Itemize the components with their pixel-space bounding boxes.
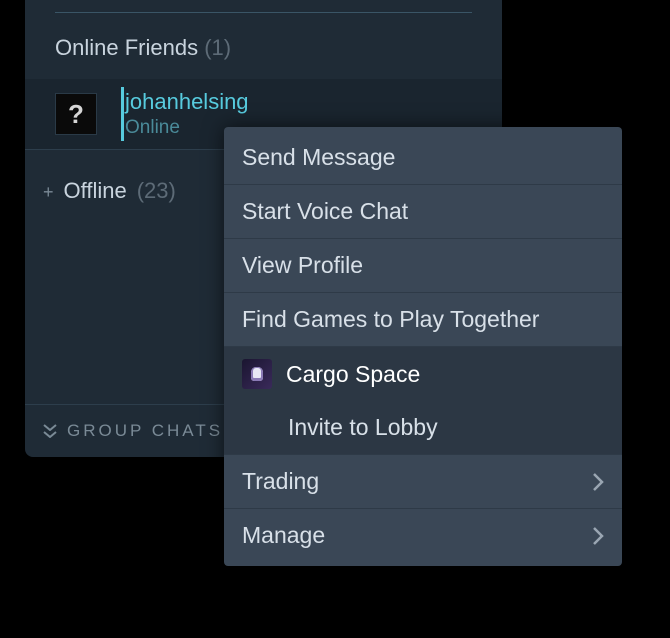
menu-label: Invite to Lobby [288, 414, 438, 441]
double-chevron-down-icon [43, 424, 57, 438]
avatar[interactable]: ? [55, 93, 97, 135]
menu-game-header[interactable]: Cargo Space [224, 347, 622, 401]
menu-invite-to-lobby[interactable]: Invite to Lobby [224, 401, 622, 455]
menu-trading[interactable]: Trading [224, 455, 622, 509]
menu-label: Manage [242, 522, 325, 549]
friend-context-menu: Send Message Start Voice Chat View Profi… [224, 127, 622, 566]
menu-view-profile[interactable]: View Profile [224, 239, 622, 293]
menu-find-games[interactable]: Find Games to Play Together [224, 293, 622, 347]
avatar-placeholder: ? [68, 99, 84, 130]
game-icon [242, 359, 272, 389]
menu-label: Send Message [242, 144, 395, 171]
expand-icon: + [43, 182, 54, 203]
menu-label: Find Games to Play Together [242, 306, 539, 333]
online-friends-header[interactable]: Online Friends (1) [25, 13, 502, 79]
online-friends-count: (1) [204, 35, 231, 60]
menu-start-voice-chat[interactable]: Start Voice Chat [224, 185, 622, 239]
menu-label: Start Voice Chat [242, 198, 408, 225]
offline-label: Offline [64, 178, 127, 204]
friend-name: johanhelsing [125, 89, 249, 115]
online-friends-label: Online Friends [55, 35, 198, 60]
chevron-right-icon [592, 472, 604, 492]
chevron-right-icon [592, 526, 604, 546]
menu-label: Trading [242, 468, 319, 495]
game-name: Cargo Space [286, 361, 420, 388]
offline-count: (23) [137, 178, 176, 204]
group-chats-label: GROUP CHATS [67, 421, 223, 441]
menu-label: View Profile [242, 252, 363, 279]
menu-send-message[interactable]: Send Message [224, 131, 622, 185]
menu-manage[interactable]: Manage [224, 509, 622, 562]
